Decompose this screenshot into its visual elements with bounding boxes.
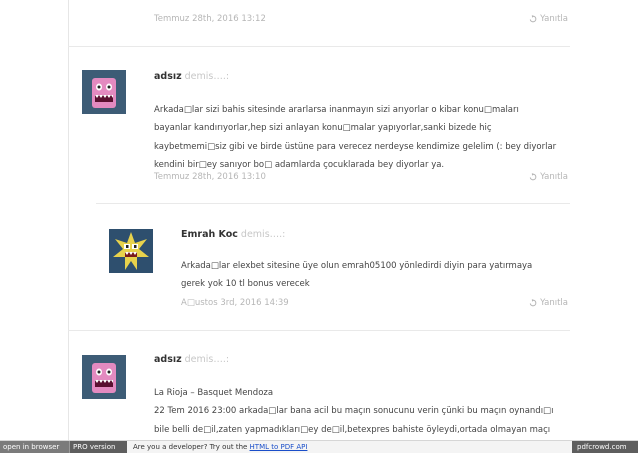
reply-label: Yanıtla bbox=[540, 14, 568, 24]
comment-date[interactable]: Temmuz 28th, 2016 13:12 bbox=[154, 14, 266, 24]
comment-divider bbox=[68, 46, 570, 47]
avatar bbox=[109, 229, 153, 273]
html-to-pdf-api-link[interactable]: HTML to PDF API bbox=[250, 443, 308, 451]
yellow-star-monster-icon bbox=[109, 229, 153, 273]
comment-line: gerek yok 10 tl bonus verecek bbox=[181, 279, 310, 290]
comment-mention[interactable]: demis….: bbox=[185, 354, 229, 365]
comment-date[interactable]: Temmuz 28th, 2016 13:10 bbox=[154, 172, 266, 182]
comment-line: 22 Tem 2016 23:00 arkada□lar bana acil b… bbox=[154, 406, 554, 417]
comment-line: La Rioja – Basquet Mendoza bbox=[154, 388, 274, 398]
reply-label: Yanıtla bbox=[540, 298, 568, 308]
comment-divider bbox=[96, 203, 570, 204]
comment-meta-row: Temmuz 28th, 2016 13:12 Yanıtla bbox=[154, 14, 568, 28]
comment-author-line: Emrah Koc demis….: bbox=[181, 229, 285, 240]
comment-author[interactable]: Emrah Koc bbox=[181, 229, 238, 240]
comment-mention[interactable]: demis….: bbox=[185, 71, 229, 82]
reply-icon bbox=[529, 173, 537, 181]
reply-link[interactable]: Yanıtla bbox=[529, 298, 568, 308]
comment-body: Arkada□lar elexbet sitesine üye olun emr… bbox=[181, 257, 532, 294]
developer-promo: Are you a developer? Try out the HTML to… bbox=[133, 441, 307, 453]
comment-mention[interactable]: demis….: bbox=[241, 229, 285, 240]
comment-divider bbox=[68, 330, 570, 331]
comment-author-line: adsız demis….: bbox=[154, 71, 229, 82]
pdfcrowd-footer: open in browser PRO version Are you a de… bbox=[0, 440, 638, 453]
comment-line: Arkada□lar sizi bahis sitesinde ararlars… bbox=[154, 105, 519, 115]
comment-body: La Rioja – Basquet Mendoza 22 Tem 2016 2… bbox=[154, 384, 553, 439]
reply-icon bbox=[529, 15, 537, 23]
comment-date[interactable]: A□ustos 3rd, 2016 14:39 bbox=[181, 298, 289, 308]
comment-meta-row: A□ustos 3rd, 2016 14:39 Yanıtla bbox=[181, 298, 568, 312]
comment-author[interactable]: adsız bbox=[154, 354, 182, 365]
thread-guide-line bbox=[68, 0, 69, 440]
pdfcrowd-brand-button[interactable]: pdfcrowd.com bbox=[572, 441, 638, 453]
pink-monster-icon bbox=[82, 70, 126, 114]
avatar bbox=[82, 355, 126, 399]
comment-line: bile belli de□il,zaten yapmadıkları□ey d… bbox=[154, 424, 551, 435]
reply-link[interactable]: Yanıtla bbox=[529, 14, 568, 24]
pro-version-button[interactable]: PRO version bbox=[69, 441, 127, 453]
comment-line: Arkada□lar elexbet sitesine üye olun emr… bbox=[181, 261, 533, 271]
reply-link[interactable]: Yanıtla bbox=[529, 172, 568, 182]
comments-page: Temmuz 28th, 2016 13:12 Yanıtla adsız dem… bbox=[0, 0, 638, 453]
comment-meta-row: Temmuz 28th, 2016 13:10 Yanıtla bbox=[154, 172, 568, 186]
comment-author[interactable]: adsız bbox=[154, 71, 182, 82]
reply-icon bbox=[529, 299, 537, 307]
open-in-browser-button[interactable]: open in browser bbox=[0, 441, 69, 453]
comment-line: bayanlar kandırıyorlar,hep sizi anlayan … bbox=[154, 123, 492, 134]
comment-author-line: adsız demis….: bbox=[154, 354, 229, 365]
developer-promo-text: Are you a developer? Try out the bbox=[133, 443, 250, 451]
reply-label: Yanıtla bbox=[540, 172, 568, 182]
pink-monster-icon bbox=[82, 355, 126, 399]
comment-body: Arkada□lar sizi bahis sitesinde ararlars… bbox=[154, 101, 556, 174]
comment-line: kaybetmemi□siz gibi ve birde üstüne para… bbox=[154, 141, 557, 152]
avatar bbox=[82, 70, 126, 114]
